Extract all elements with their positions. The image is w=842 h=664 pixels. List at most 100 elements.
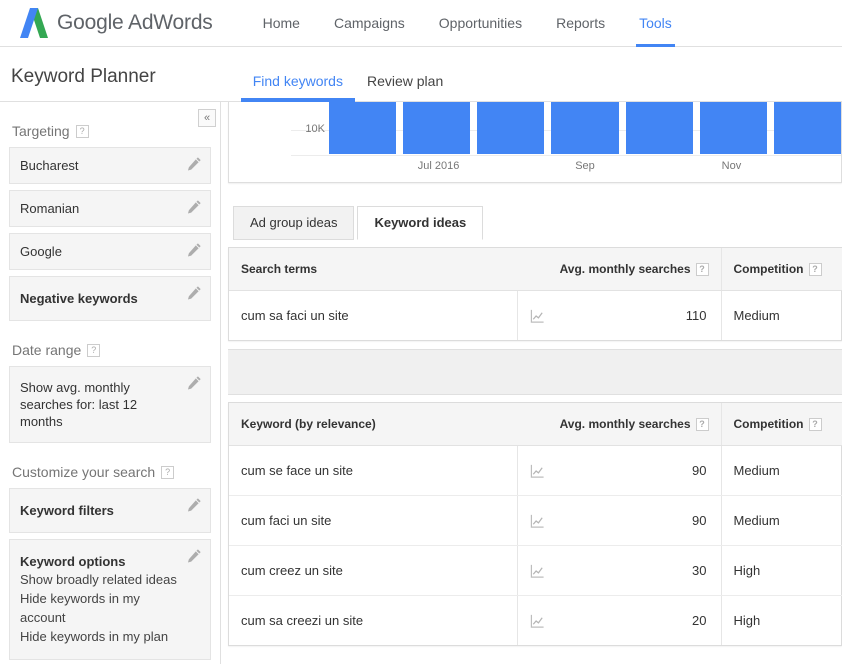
keyword-ideas-table: Keyword (by relevance) Avg. monthly sear… [229, 403, 842, 645]
tab-find-keywords[interactable]: Find keywords [241, 73, 355, 101]
help-icon-customize-search[interactable]: ? [161, 466, 174, 479]
sidebar-section-heading-customize-search: Customize your search ? [12, 464, 211, 480]
pencil-icon[interactable] [187, 497, 202, 512]
pencil-icon[interactable] [187, 242, 202, 257]
pencil-icon[interactable] [187, 156, 202, 171]
cell-keyword: cum se face un site [229, 446, 517, 496]
table-row[interactable]: cum sa faci un site 110 Medium [229, 291, 842, 341]
searches-value: 90 [692, 513, 706, 528]
chart-x-tick-jul-2016: Jul 2016 [418, 160, 460, 172]
table-row[interactable]: cum creez un site 30 High [229, 546, 842, 596]
trend-chart-icon[interactable] [530, 308, 545, 323]
keyword-ideas-table-head: Keyword (by relevance) Avg. monthly sear… [229, 403, 842, 446]
search-terms-table-panel: Search terms Avg. monthly searches ? Com… [228, 247, 842, 341]
cell-keyword: cum sa creezi un site [229, 596, 517, 646]
chart-bar[interactable] [477, 102, 544, 154]
trend-chart-icon[interactable] [530, 513, 545, 528]
column-header-avg-monthly-searches[interactable]: Avg. monthly searches ? [517, 248, 721, 291]
sidebar-section-heading-targeting: Targeting ? [12, 123, 211, 139]
column-label: Keyword (by relevance) [241, 417, 376, 431]
pencil-icon[interactable] [187, 285, 202, 300]
help-icon-competition[interactable]: ? [809, 418, 822, 431]
trend-chart-icon[interactable] [530, 463, 545, 478]
card-label: Bucharest [20, 157, 180, 174]
sidebar-card-romanian[interactable]: Romanian [9, 190, 211, 227]
cell-avg-monthly-searches: 20 [517, 596, 721, 646]
keyword-option-hide-account[interactable]: Hide keywords in my account [20, 589, 180, 627]
column-header-search-terms[interactable]: Search terms [229, 248, 517, 291]
cell-competition: Medium [721, 496, 842, 546]
trend-chart-icon[interactable] [530, 613, 545, 628]
logo-google-text: Google [57, 11, 124, 34]
chart-bar[interactable] [626, 102, 693, 154]
tab-ad-group-ideas[interactable]: Ad group ideas [233, 206, 354, 240]
nav-item-tools[interactable]: Tools [622, 0, 689, 47]
sidebar-card-date-range[interactable]: Show avg. monthly searches for: last 12 … [9, 366, 211, 443]
cell-avg-monthly-searches: 90 [517, 496, 721, 546]
sidebar-card-keyword-options[interactable]: Keyword options Show broadly related ide… [9, 539, 211, 660]
column-header-competition[interactable]: Competition ? [721, 403, 842, 446]
sidebar-card-keyword-filters[interactable]: Keyword filters [9, 488, 211, 533]
chart-bar[interactable] [551, 102, 618, 154]
table-spacer-band [228, 349, 842, 395]
keyword-ideas-table-panel: Keyword (by relevance) Avg. monthly sear… [228, 402, 842, 646]
help-icon-avg-monthly-searches[interactable]: ? [696, 418, 709, 431]
search-terms-table-body: cum sa faci un site 110 Medium [229, 291, 842, 341]
cell-competition: High [721, 596, 842, 646]
column-label: Search terms [241, 262, 317, 276]
sidebar-card-google[interactable]: Google [9, 233, 211, 270]
keyword-option-hide-plan[interactable]: Hide keywords in my plan [20, 627, 180, 646]
column-label: Competition [734, 417, 804, 431]
table-row[interactable]: cum se face un site 90 Medium [229, 446, 842, 496]
column-label: Competition [734, 262, 804, 276]
trend-chart-icon[interactable] [530, 563, 545, 578]
adwords-triangle-logo-icon [20, 8, 48, 38]
help-icon-date-range[interactable]: ? [87, 344, 100, 357]
searches-value: 90 [692, 463, 706, 478]
nav-item-home[interactable]: Home [246, 0, 317, 47]
card-label: Keyword options [20, 553, 180, 570]
sidebar-card-bucharest[interactable]: Bucharest [9, 147, 211, 184]
cell-competition: Medium [721, 291, 842, 341]
search-volume-chart: 10K Jul 2016 Sep Nov [228, 102, 842, 183]
sidebar-section-heading-date-range: Date range ? [12, 342, 211, 358]
chart-bar[interactable] [403, 102, 470, 154]
search-terms-table: Search terms Avg. monthly searches ? Com… [229, 248, 842, 340]
chart-baseline [291, 155, 841, 156]
sidebar-collapse-icon[interactable]: « [198, 109, 216, 127]
help-icon-targeting[interactable]: ? [76, 125, 89, 138]
targeting-heading-label: Targeting [12, 123, 70, 139]
tab-keyword-ideas[interactable]: Keyword ideas [357, 206, 483, 240]
table-row[interactable]: cum sa creezi un site 20 High [229, 596, 842, 646]
card-label: Google [20, 243, 180, 260]
chart-x-tick-nov: Nov [722, 160, 742, 172]
nav-item-campaigns[interactable]: Campaigns [317, 0, 422, 47]
table-row[interactable]: cum faci un site 90 Medium [229, 496, 842, 546]
card-label: Show avg. monthly searches for: last 12 … [20, 379, 170, 430]
pencil-icon[interactable] [187, 199, 202, 214]
column-header-competition[interactable]: Competition ? [721, 248, 842, 291]
chart-bar[interactable] [774, 102, 841, 154]
search-terms-table-head: Search terms Avg. monthly searches ? Com… [229, 248, 842, 291]
nav-item-opportunities[interactable]: Opportunities [422, 0, 539, 47]
logo-wordmark: Google AdWords [57, 11, 213, 35]
adwords-logo[interactable]: Google AdWords [0, 8, 213, 38]
chart-x-tick-sep: Sep [575, 160, 595, 172]
column-header-keyword-by-relevance[interactable]: Keyword (by relevance) [229, 403, 517, 446]
customize-heading-label: Customize your search [12, 464, 155, 480]
keyword-option-broadly-related[interactable]: Show broadly related ideas [20, 570, 180, 589]
sidebar-card-negative-keywords[interactable]: Negative keywords [9, 276, 211, 321]
chart-bar[interactable] [329, 102, 396, 154]
help-icon-competition[interactable]: ? [809, 263, 822, 276]
cell-competition: High [721, 546, 842, 596]
column-header-avg-monthly-searches[interactable]: Avg. monthly searches ? [517, 403, 721, 446]
pencil-icon[interactable] [187, 375, 202, 390]
nav-item-reports[interactable]: Reports [539, 0, 622, 47]
chart-bar[interactable] [700, 102, 767, 154]
column-label: Avg. monthly searches [560, 262, 691, 276]
logo-adwords-text: AdWords [128, 11, 213, 34]
help-icon-avg-monthly-searches[interactable]: ? [696, 263, 709, 276]
pencil-icon[interactable] [187, 548, 202, 563]
chart-bars [329, 102, 841, 154]
tab-review-plan[interactable]: Review plan [355, 73, 455, 101]
